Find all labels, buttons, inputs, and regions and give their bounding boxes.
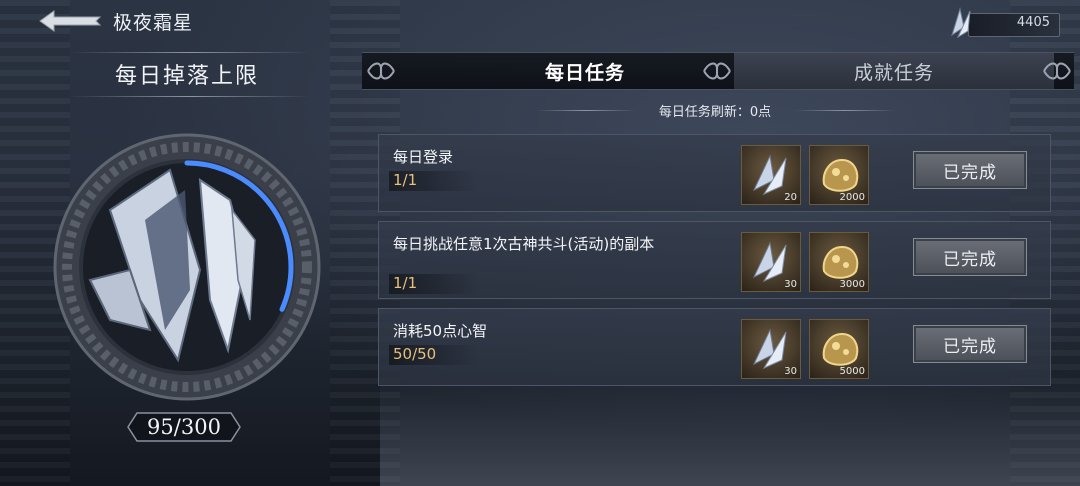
task-row: 消耗50点心智 50/50 30 5000 已完成: [378, 308, 1051, 386]
completed-button[interactable]: 已完成: [913, 238, 1027, 276]
reward-slot-crystal[interactable]: 30: [741, 232, 801, 292]
page-title: 极夜霜星: [113, 12, 194, 34]
back-arrow-icon: [39, 10, 102, 32]
task-progress: 50/50: [393, 345, 437, 363]
ice-crystal-icon: [752, 154, 787, 196]
tab-daily-tasks-label: 每日任务: [544, 61, 625, 84]
celtic-knot-right-icon: [1043, 62, 1071, 80]
crystal-medallion: [50, 130, 324, 404]
title-divider-bottom: [70, 96, 310, 97]
task-row: 每日登录 1/1 20 2000 已完成: [378, 134, 1051, 212]
task-tab-bar: 每日任务 成就任务: [362, 52, 1074, 90]
title-divider-top: [70, 52, 310, 53]
task-name: 每日挑战任意1次古神共斗(活动)的副本: [393, 235, 655, 253]
completed-button[interactable]: 已完成: [913, 151, 1027, 189]
reward-amount: 30: [784, 279, 797, 290]
completed-button[interactable]: 已完成: [913, 325, 1027, 363]
task-name: 消耗50点心智: [393, 322, 488, 340]
ice-crystal-icon: [752, 328, 787, 370]
reward-slot-crystal[interactable]: 20: [741, 145, 801, 205]
celtic-knot-left-icon: [367, 62, 395, 80]
daily-drop-limit-title: 每日掉落上限: [114, 64, 259, 89]
tab-achievement-tasks[interactable]: 成就任务: [734, 53, 1054, 89]
drop-counter: 95/300: [127, 412, 241, 442]
celtic-knot-mid-icon: [703, 62, 731, 80]
refresh-divider-right: [795, 110, 895, 111]
gold-ore-icon: [822, 245, 859, 279]
drop-counter-text: 95/300: [147, 415, 221, 439]
background-frozen-lake: [380, 376, 1080, 486]
reward-amount: 3000: [839, 279, 865, 290]
reward-slot-gold[interactable]: 2000: [809, 145, 869, 205]
completed-button-label: 已完成: [943, 162, 997, 183]
completed-button-label: 已完成: [943, 336, 997, 357]
reward-amount: 2000: [839, 192, 865, 203]
ice-crystal-icon: [951, 7, 971, 39]
reward-amount: 5000: [839, 366, 865, 377]
reward-slot-gold[interactable]: 3000: [809, 232, 869, 292]
task-name: 每日登录: [393, 148, 454, 166]
reward-amount: 30: [784, 366, 797, 377]
reward-slot-gold[interactable]: 5000: [809, 319, 869, 379]
completed-button-label: 已完成: [943, 249, 997, 270]
currency-display: 4405: [946, 7, 1064, 39]
gold-ore-icon: [822, 158, 859, 192]
reward-amount: 20: [784, 192, 797, 203]
task-progress: 1/1: [393, 171, 418, 189]
tab-daily-tasks[interactable]: 每日任务: [480, 53, 690, 89]
reward-slot-crystal[interactable]: 30: [741, 319, 801, 379]
back-button[interactable]: [38, 8, 104, 34]
task-row: 每日挑战任意1次古神共斗(活动)的副本 1/1 30 3000 已完成: [378, 221, 1051, 299]
ice-crystal-icon: [752, 241, 787, 283]
task-progress: 1/1: [393, 274, 418, 292]
tab-achievement-tasks-label: 成就任务: [853, 61, 934, 84]
currency-value: 4405: [1016, 15, 1050, 30]
gold-ore-icon: [822, 332, 859, 366]
